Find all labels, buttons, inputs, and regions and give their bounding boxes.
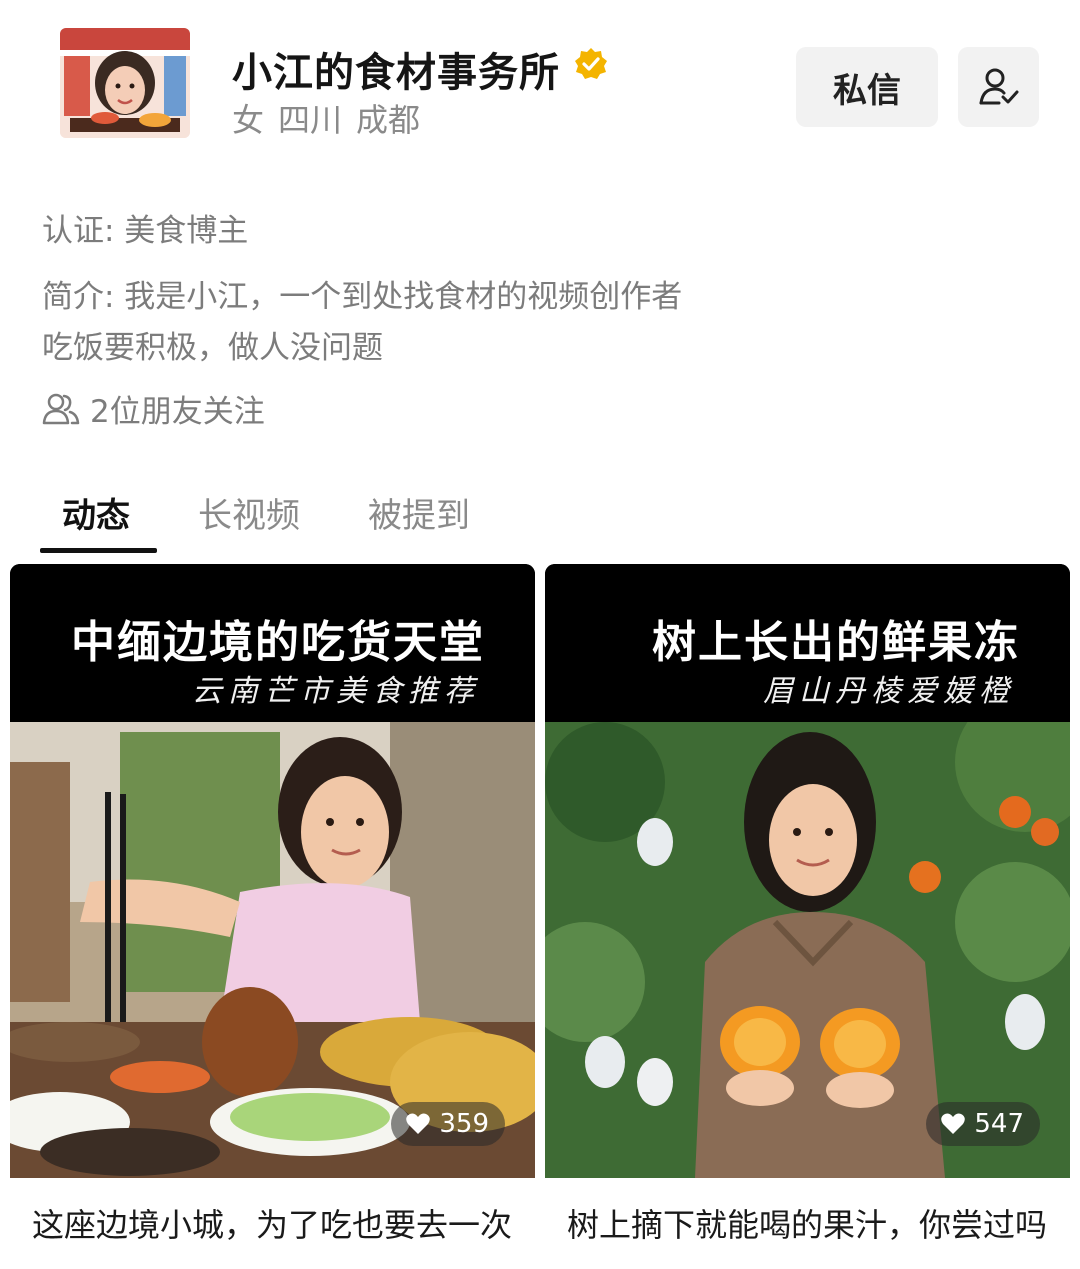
tab-moments[interactable]: 动态 xyxy=(62,488,130,537)
post-thumbnail[interactable]: 中缅边境的吃货天堂 云南芒市美食推荐 359 xyxy=(10,564,535,1178)
city-label: 成都 xyxy=(356,101,421,139)
follow-button[interactable] xyxy=(958,47,1039,127)
cover-subtitle: 眉山丹棱爱媛橙 xyxy=(763,674,1015,709)
cover-title: 中缅边境的吃货天堂 xyxy=(71,617,485,668)
like-count: 547 xyxy=(974,1109,1024,1139)
cover-title: 树上长出的鲜果冻 xyxy=(652,617,1020,668)
heart-icon xyxy=(941,1113,966,1134)
post-card[interactable]: 树上长出的鲜果冻 眉山丹棱爱媛橙 547 树上摘下就能喝的果汁，你尝过吗 xyxy=(545,564,1070,1269)
post-caption[interactable]: 树上摘下就能喝的果汁，你尝过吗 xyxy=(545,1178,1070,1269)
avatar-image xyxy=(60,28,190,138)
verified-badge-icon xyxy=(575,48,607,79)
bio-intro-line-1: 简介: 我是小江，一个到处找食材的视频创作者 xyxy=(42,279,683,315)
user-check-icon xyxy=(979,68,1018,105)
profile-name: 小江的食材事务所 xyxy=(232,50,560,96)
post-card[interactable]: 中缅边境的吃货天堂 云南芒市美食推荐 359 这座边境小城，为了吃也要去一次 xyxy=(10,564,535,1269)
cover-banner: 树上长出的鲜果冻 眉山丹棱爱媛橙 xyxy=(545,564,1070,722)
province-label: 四川 xyxy=(278,101,343,139)
certification-text: 认证: 美食博主 xyxy=(42,213,249,249)
friends-icon xyxy=(42,393,80,424)
friends-following-row[interactable]: 2位朋友关注 xyxy=(42,386,265,431)
heart-icon xyxy=(406,1113,431,1134)
cover-banner: 中缅边境的吃货天堂 云南芒市美食推荐 xyxy=(10,564,535,722)
profile-meta: 女 四川 成都 xyxy=(232,95,420,141)
like-count-badge: 547 xyxy=(926,1102,1040,1146)
tab-mentioned[interactable]: 被提到 xyxy=(368,488,470,537)
friends-following-text: 2位朋友关注 xyxy=(90,394,265,430)
like-count: 359 xyxy=(439,1109,489,1139)
bio-intro-line-2: 吃饭要积极，做人没问题 xyxy=(42,330,383,366)
active-tab-indicator xyxy=(40,548,157,553)
message-button[interactable]: 私信 xyxy=(796,47,938,127)
tab-long-videos[interactable]: 长视频 xyxy=(198,488,300,537)
avatar[interactable] xyxy=(60,28,190,138)
cover-subtitle: 云南芒市美食推荐 xyxy=(192,674,480,709)
gender-label: 女 xyxy=(232,101,265,139)
like-count-badge: 359 xyxy=(391,1102,505,1146)
post-caption[interactable]: 这座边境小城，为了吃也要去一次 xyxy=(10,1178,535,1269)
post-thumbnail[interactable]: 树上长出的鲜果冻 眉山丹棱爱媛橙 547 xyxy=(545,564,1070,1178)
